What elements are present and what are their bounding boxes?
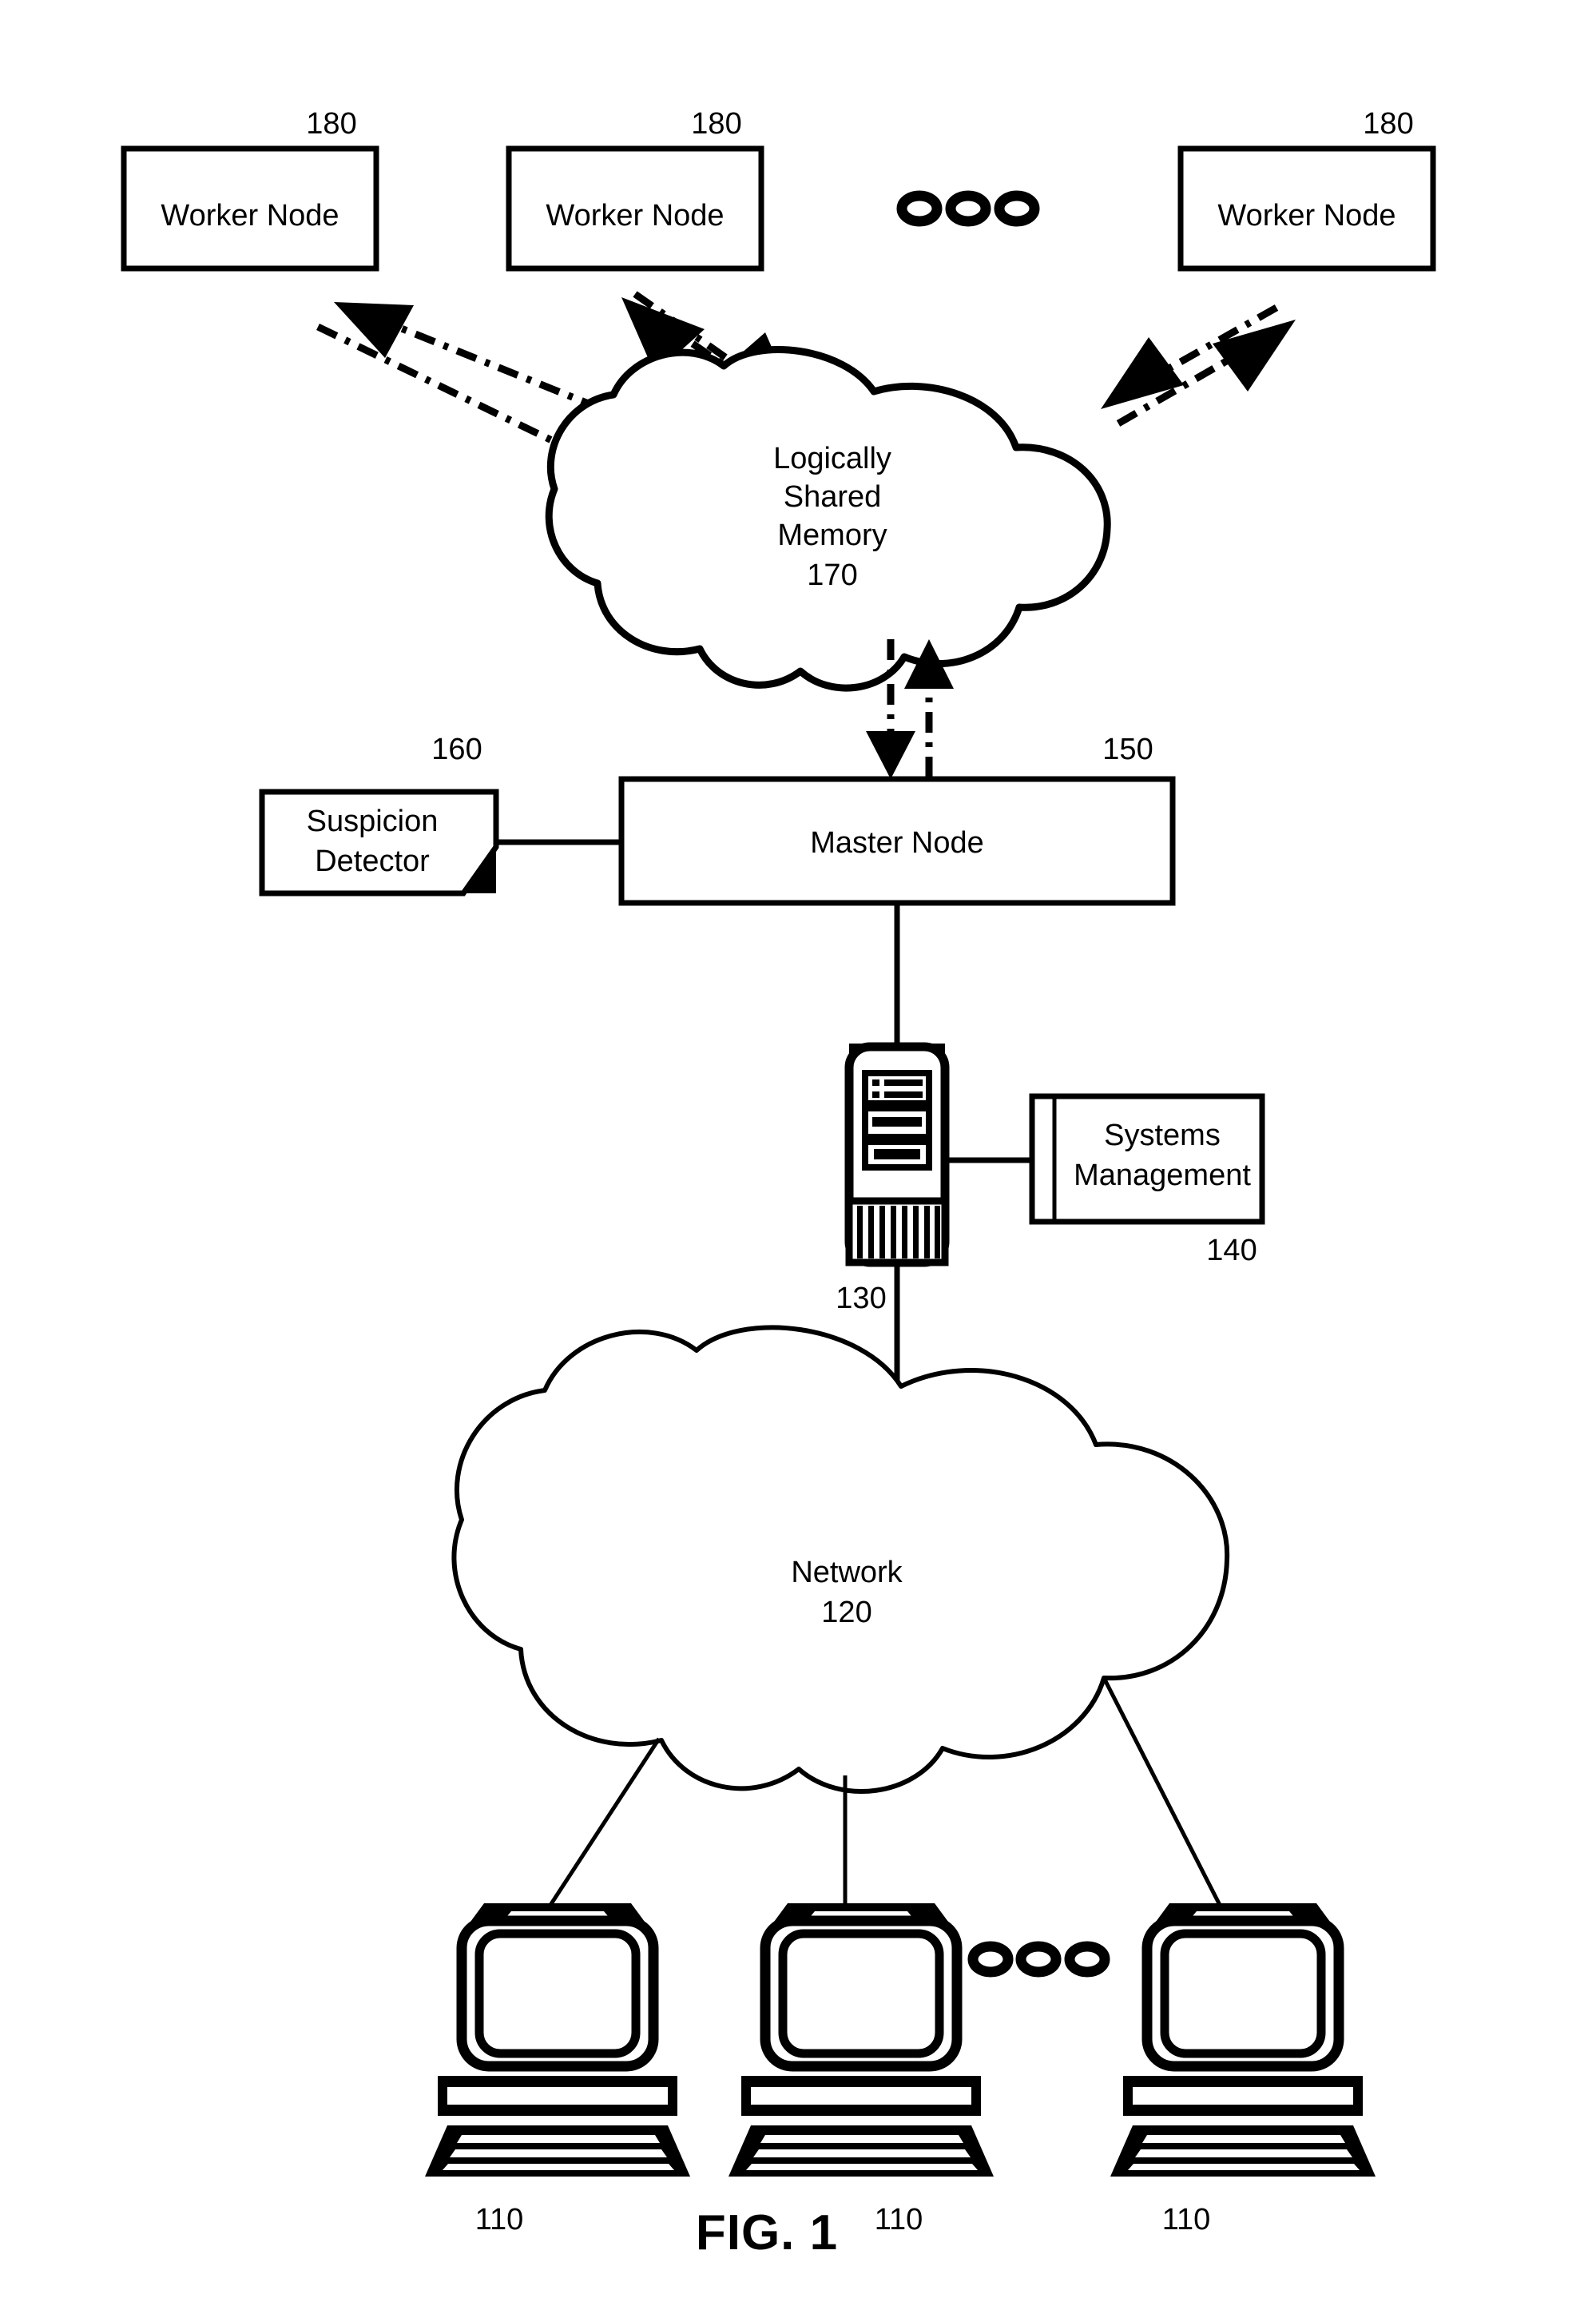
worker-node-3: Worker Node 180 bbox=[1177, 107, 1436, 272]
network-label: Network bbox=[791, 1556, 903, 1589]
worker1-outbound-line bbox=[316, 323, 593, 463]
worker-node-2-label: Worker Node bbox=[546, 199, 724, 233]
workstation-icon-2 bbox=[729, 1903, 994, 2177]
server-rack-icon: 130 bbox=[836, 1042, 950, 1315]
suspicion-detector-label-line2: Detector bbox=[315, 845, 430, 878]
memory-label-line2: Shared bbox=[784, 480, 882, 514]
ellipsis-dot-2 bbox=[945, 190, 991, 227]
worker-node-1: Worker Node 180 bbox=[121, 107, 379, 272]
worker-node-3-label: Worker Node bbox=[1217, 199, 1396, 233]
keyboard-row-2b bbox=[753, 2149, 971, 2157]
patent-figure: Worker Node 180 Worker Node 180 Worker N… bbox=[0, 0, 1596, 2298]
client-ellipsis-dot-1 bbox=[967, 1941, 1014, 1978]
keyboard-row-2c bbox=[746, 2164, 978, 2170]
base-slab-inner-2 bbox=[751, 2087, 971, 2105]
network-client3-connector bbox=[1102, 1676, 1225, 1911]
worker-node-2-ref: 180 bbox=[691, 107, 741, 141]
worker3-outbound-arrowhead bbox=[1213, 320, 1296, 392]
memory-ref: 170 bbox=[807, 559, 857, 592]
ellipsis-dot-1 bbox=[896, 190, 943, 227]
systems-management-ref: 140 bbox=[1206, 1234, 1257, 1267]
server-vent-area bbox=[845, 1197, 949, 1266]
client-workstation-2: 110 bbox=[729, 1903, 994, 2236]
server-bar-4 bbox=[874, 1149, 920, 1159]
client-2-ref: 110 bbox=[875, 2203, 923, 2236]
monitor-screen-3 bbox=[1160, 1929, 1326, 2058]
base-slab-inner-1 bbox=[447, 2087, 668, 2105]
keyboard-row-3a bbox=[1142, 2135, 1345, 2143]
worker-node-1-label: Worker Node bbox=[161, 199, 339, 233]
logically-shared-memory-cloud: Logically Shared Memory 170 bbox=[545, 346, 1111, 692]
keyboard-row-3c bbox=[1128, 2164, 1360, 2170]
worker-node-3-ref: 180 bbox=[1363, 107, 1413, 141]
server-bar-2 bbox=[884, 1091, 923, 1098]
client-ellipsis-dot-2 bbox=[1015, 1941, 1062, 1978]
worker-node-2: Worker Node 180 bbox=[506, 107, 764, 272]
clients-ellipsis bbox=[967, 1941, 1110, 1978]
systems-management-label-line2: Management bbox=[1074, 1159, 1251, 1192]
base-slab-inner-3 bbox=[1133, 2087, 1353, 2105]
monitor-screen-1 bbox=[474, 1929, 641, 2058]
keyboard-row-1a bbox=[457, 2135, 660, 2143]
server-bar-1 bbox=[884, 1079, 923, 1086]
server-led-1 bbox=[872, 1079, 879, 1086]
master-node-label: Master Node bbox=[810, 826, 984, 860]
server-ref: 130 bbox=[836, 1282, 886, 1315]
worker3-memory-link bbox=[1101, 304, 1296, 427]
suspicion-detector: Suspicion Detector 160 bbox=[259, 733, 499, 897]
client-workstation-1: 110 bbox=[425, 1903, 690, 2236]
client-1-ref: 110 bbox=[475, 2203, 524, 2236]
systems-management-label-line1: Systems bbox=[1104, 1119, 1221, 1152]
workstation-icon-3 bbox=[1110, 1903, 1376, 2177]
server-led-2 bbox=[872, 1091, 879, 1098]
client-workstation-3: 110 bbox=[1110, 1903, 1376, 2236]
figure-1-diagram: Worker Node 180 Worker Node 180 Worker N… bbox=[121, 107, 1436, 2260]
systems-management: Systems Management 140 bbox=[1029, 1093, 1265, 1267]
worker-nodes-ellipsis bbox=[896, 190, 1040, 227]
memory-label-line1: Logically bbox=[773, 442, 891, 475]
ellipsis-dot-3 bbox=[994, 190, 1040, 227]
workstation-icon-1 bbox=[425, 1903, 690, 2177]
network-cloud: Network 120 bbox=[451, 1325, 1230, 1794]
client-ellipsis-dot-3 bbox=[1064, 1941, 1110, 1978]
client-3-ref: 110 bbox=[1162, 2203, 1211, 2236]
figure-caption: FIG. 1 bbox=[696, 2205, 838, 2260]
worker-node-1-ref: 180 bbox=[306, 107, 356, 141]
monitor-screen-2 bbox=[778, 1929, 944, 2058]
keyboard-row-1b bbox=[450, 2149, 667, 2157]
suspicion-detector-label-line1: Suspicion bbox=[307, 805, 439, 838]
keyboard-row-3b bbox=[1135, 2149, 1352, 2157]
memory-to-master-arrowhead bbox=[866, 731, 915, 779]
memory-label-line3: Memory bbox=[777, 519, 887, 552]
keyboard-row-2a bbox=[760, 2135, 963, 2143]
keyboard-row-1c bbox=[443, 2164, 674, 2170]
network-client1-connector bbox=[542, 1737, 661, 1915]
suspicion-detector-ref: 160 bbox=[431, 733, 482, 766]
worker3-inbound-arrowhead bbox=[1101, 337, 1184, 409]
network-ref: 120 bbox=[821, 1596, 871, 1629]
server-bar-3 bbox=[872, 1117, 922, 1127]
master-node-ref: 150 bbox=[1102, 733, 1153, 766]
